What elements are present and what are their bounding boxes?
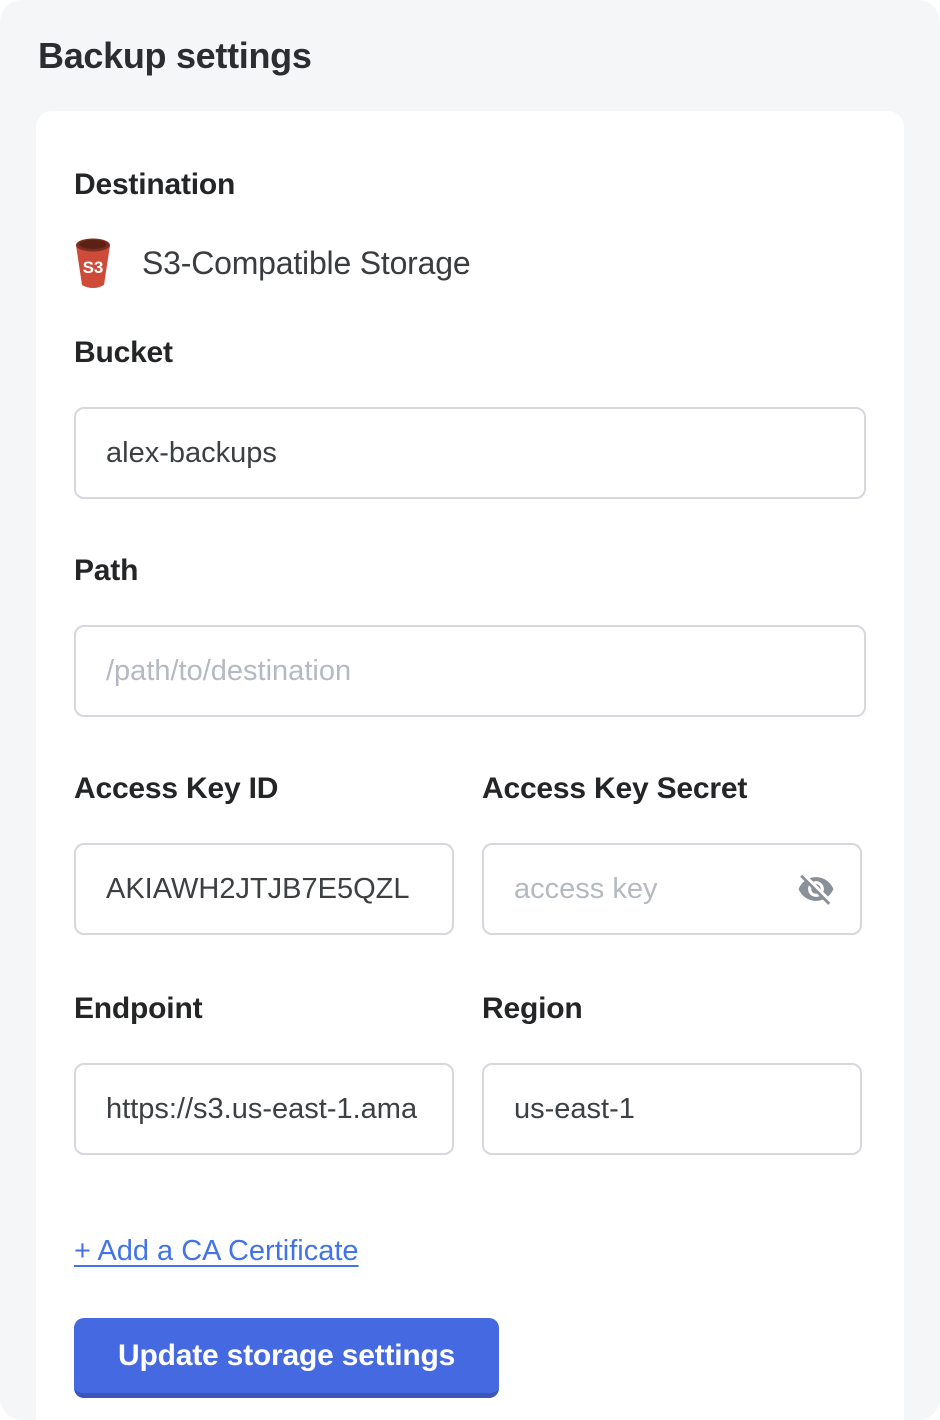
eye-off-icon bbox=[794, 870, 840, 908]
svg-text:S3: S3 bbox=[83, 258, 104, 277]
submit-row: Update storage settings bbox=[74, 1318, 866, 1398]
page-title: Backup settings bbox=[38, 34, 940, 77]
bucket-label: Bucket bbox=[74, 335, 866, 371]
endpoint-column: Endpoint bbox=[74, 991, 454, 1211]
access-key-id-column: Access Key ID bbox=[74, 771, 454, 991]
region-label: Region bbox=[482, 991, 862, 1027]
destination-row: S3 S3-Compatible Storage bbox=[74, 237, 866, 289]
destination-value: S3-Compatible Storage bbox=[142, 245, 470, 282]
region-input[interactable] bbox=[482, 1063, 862, 1155]
update-storage-settings-button[interactable]: Update storage settings bbox=[74, 1318, 499, 1398]
access-key-id-input[interactable] bbox=[74, 843, 454, 935]
endpoint-region-row: Endpoint Region bbox=[74, 991, 866, 1211]
endpoint-label: Endpoint bbox=[74, 991, 454, 1027]
toggle-secret-visibility-button[interactable] bbox=[794, 869, 840, 909]
s3-bucket-icon: S3 bbox=[74, 237, 112, 289]
destination-label: Destination bbox=[74, 167, 866, 203]
region-column: Region bbox=[482, 991, 862, 1211]
access-key-secret-column: Access Key Secret bbox=[482, 771, 862, 991]
path-input[interactable] bbox=[74, 625, 866, 717]
bucket-input[interactable] bbox=[74, 407, 866, 499]
access-key-id-label: Access Key ID bbox=[74, 771, 454, 807]
access-key-secret-label: Access Key Secret bbox=[482, 771, 862, 807]
access-key-row: Access Key ID Access Key Secret bbox=[74, 771, 866, 991]
access-key-secret-wrap bbox=[482, 843, 862, 935]
path-label: Path bbox=[74, 553, 866, 589]
backup-settings-screen: Backup settings Destination S3 S3-Compat… bbox=[0, 0, 940, 1420]
backup-settings-card: Destination S3 S3-Compatible Storage Buc… bbox=[36, 111, 904, 1420]
endpoint-input[interactable] bbox=[74, 1063, 454, 1155]
add-ca-certificate-link[interactable]: + Add a CA Certificate bbox=[74, 1235, 359, 1268]
